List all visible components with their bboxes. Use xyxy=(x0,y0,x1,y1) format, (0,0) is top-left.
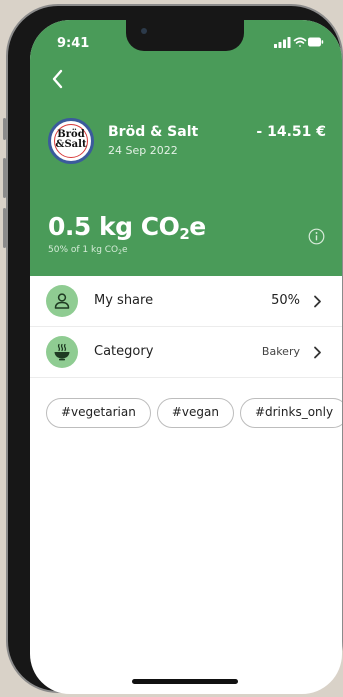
row-icon-circle xyxy=(46,285,78,317)
tag-chip[interactable]: #drinks_only xyxy=(239,398,342,428)
chevron-right-icon xyxy=(314,295,321,308)
emission-subtitle: 50% of 1 kg CO2e xyxy=(48,245,128,256)
wifi-icon xyxy=(293,37,307,47)
chevron-right-icon xyxy=(314,346,321,359)
status-time: 9:41 xyxy=(57,36,90,51)
transaction-amount: - 14.51 € xyxy=(256,124,326,140)
row-icon-circle xyxy=(46,336,78,368)
row-value: Bakery xyxy=(261,345,300,358)
emission-value-subscript: 2 xyxy=(179,225,190,243)
merchant-name: Bröd & Salt xyxy=(108,124,199,140)
phone-frame: 9:41 Bröd &Salt Bröd & Salt 24 Sep 2022 … xyxy=(6,4,343,694)
battery-icon xyxy=(308,37,324,47)
home-indicator xyxy=(132,679,238,684)
row-value: 50% xyxy=(271,293,300,308)
notch xyxy=(126,20,244,51)
phone-screen: 9:41 Bröd &Salt Bröd & Salt 24 Sep 2022 … xyxy=(30,20,342,694)
emission-value-main: 0.5 kg CO xyxy=(48,212,180,241)
status-icons xyxy=(274,37,324,48)
tag-chip[interactable]: #vegan xyxy=(156,398,234,428)
bowl-icon xyxy=(54,343,70,361)
logo-text: Bröd &Salt xyxy=(51,130,91,150)
emission-subtitle-suffix: e xyxy=(121,245,128,255)
info-icon[interactable] xyxy=(308,228,325,245)
merchant-logo: Bröd &Salt xyxy=(48,118,94,164)
signal-icon xyxy=(274,37,291,48)
category-row[interactable]: Category Bakery xyxy=(30,327,342,378)
emission-value: 0.5 kg CO2e xyxy=(48,212,206,243)
logo-text-line2: &Salt xyxy=(55,139,87,150)
row-label: My share xyxy=(94,293,154,308)
camera-icon xyxy=(141,28,147,34)
transaction-date: 24 Sep 2022 xyxy=(108,144,178,157)
my-share-row[interactable]: My share 50% xyxy=(30,276,342,327)
emission-value-suffix: e xyxy=(189,212,206,241)
chevron-left-icon[interactable] xyxy=(48,68,68,90)
row-label: Category xyxy=(94,344,154,359)
tag-chip[interactable]: #vegetarian xyxy=(46,398,151,428)
tag-list: #vegetarian #vegan #drinks_only xyxy=(46,398,342,428)
person-icon xyxy=(54,293,70,309)
emission-subtitle-main: 50% of 1 kg CO xyxy=(48,245,119,255)
